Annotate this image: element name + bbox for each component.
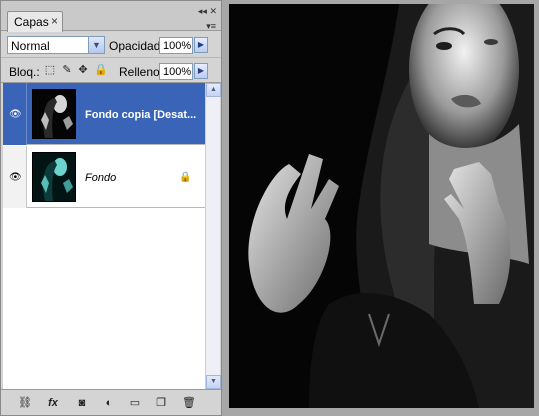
visibility-toggle[interactable]: 👁 bbox=[3, 83, 27, 145]
layers-panel: Capas × ◂◂ ✕ ▾≡ Normal ▼ Opacidad: 100% … bbox=[0, 0, 222, 416]
close-panel-icon[interactable]: ✕ bbox=[209, 6, 217, 16]
layers-list: 👁 Fondo copia [Desat... 👁 Fondo 🔒 bbox=[3, 83, 205, 389]
layer-thumbnail bbox=[32, 89, 76, 139]
layers-scrollbar[interactable]: ▲ ▼ bbox=[205, 83, 221, 389]
layer-name: Fondo bbox=[85, 172, 117, 184]
close-icon[interactable]: × bbox=[51, 14, 58, 28]
document-canvas[interactable] bbox=[229, 4, 534, 408]
blend-opacity-row: Normal ▼ Opacidad: 100% ▶ bbox=[1, 32, 221, 58]
scroll-up-icon[interactable]: ▲ bbox=[206, 83, 221, 97]
opacity-arrow-icon[interactable]: ▶ bbox=[194, 37, 208, 53]
tab-label: Capas bbox=[14, 15, 49, 29]
eye-icon: 👁 bbox=[9, 172, 22, 183]
group-icon[interactable]: ▭ bbox=[127, 396, 143, 410]
blend-mode-select[interactable]: Normal ▼ bbox=[7, 36, 105, 54]
panel-tab-bar: Capas × ◂◂ ✕ ▾≡ bbox=[1, 1, 221, 32]
lock-fill-row: Bloq.: ⬚ ✎ ✥ 🔒 Relleno: 100% ▶ bbox=[1, 59, 221, 83]
link-icon[interactable]: ⛓ bbox=[17, 396, 33, 410]
photo-image bbox=[229, 4, 534, 408]
lock-all-icon[interactable]: 🔒 bbox=[94, 64, 108, 76]
panel-collapse-buttons[interactable]: ◂◂ ✕ bbox=[198, 7, 217, 16]
lock-move-icon[interactable]: ✥ bbox=[77, 64, 89, 76]
lock-transparency-icon[interactable]: ⬚ bbox=[44, 64, 56, 76]
opacity-input[interactable]: 100% bbox=[159, 37, 193, 54]
trash-icon[interactable]: 🗑 bbox=[181, 396, 197, 410]
layers-footer-toolbar: ⛓ fx ◙ ◐ ▭ ❐ 🗑 bbox=[1, 389, 221, 415]
lock-label: Bloq.: bbox=[9, 65, 40, 79]
layer-thumbnail bbox=[32, 152, 76, 202]
layer-row-fondo-copia[interactable]: 👁 Fondo copia [Desat... bbox=[3, 83, 205, 145]
fx-icon[interactable]: fx bbox=[45, 396, 61, 410]
blend-mode-value: Normal bbox=[11, 39, 50, 53]
chevron-down-icon[interactable]: ▼ bbox=[88, 37, 104, 53]
eye-icon: 👁 bbox=[9, 109, 22, 120]
lock-brush-icon[interactable]: ✎ bbox=[61, 64, 73, 76]
layer-name: Fondo copia [Desat... bbox=[85, 109, 197, 121]
layer-row-fondo[interactable]: 👁 Fondo 🔒 bbox=[3, 146, 205, 208]
layer-mask-icon[interactable]: ◙ bbox=[74, 396, 90, 410]
fill-arrow-icon[interactable]: ▶ bbox=[194, 63, 208, 79]
tab-capas[interactable]: Capas × bbox=[7, 11, 63, 32]
fill-input[interactable]: 100% bbox=[159, 63, 193, 80]
adjustment-layer-icon[interactable]: ◐ bbox=[101, 396, 117, 410]
lock-icon: 🔒 bbox=[179, 172, 192, 183]
visibility-toggle[interactable]: 👁 bbox=[3, 146, 27, 208]
panel-menu-icon[interactable]: ▾≡ bbox=[206, 21, 216, 32]
fill-label: Relleno: bbox=[119, 65, 164, 79]
collapse-icon[interactable]: ◂◂ bbox=[198, 6, 207, 16]
scroll-down-icon[interactable]: ▼ bbox=[206, 375, 221, 389]
opacity-label: Opacidad: bbox=[109, 39, 164, 53]
new-layer-icon[interactable]: ❐ bbox=[153, 396, 169, 410]
